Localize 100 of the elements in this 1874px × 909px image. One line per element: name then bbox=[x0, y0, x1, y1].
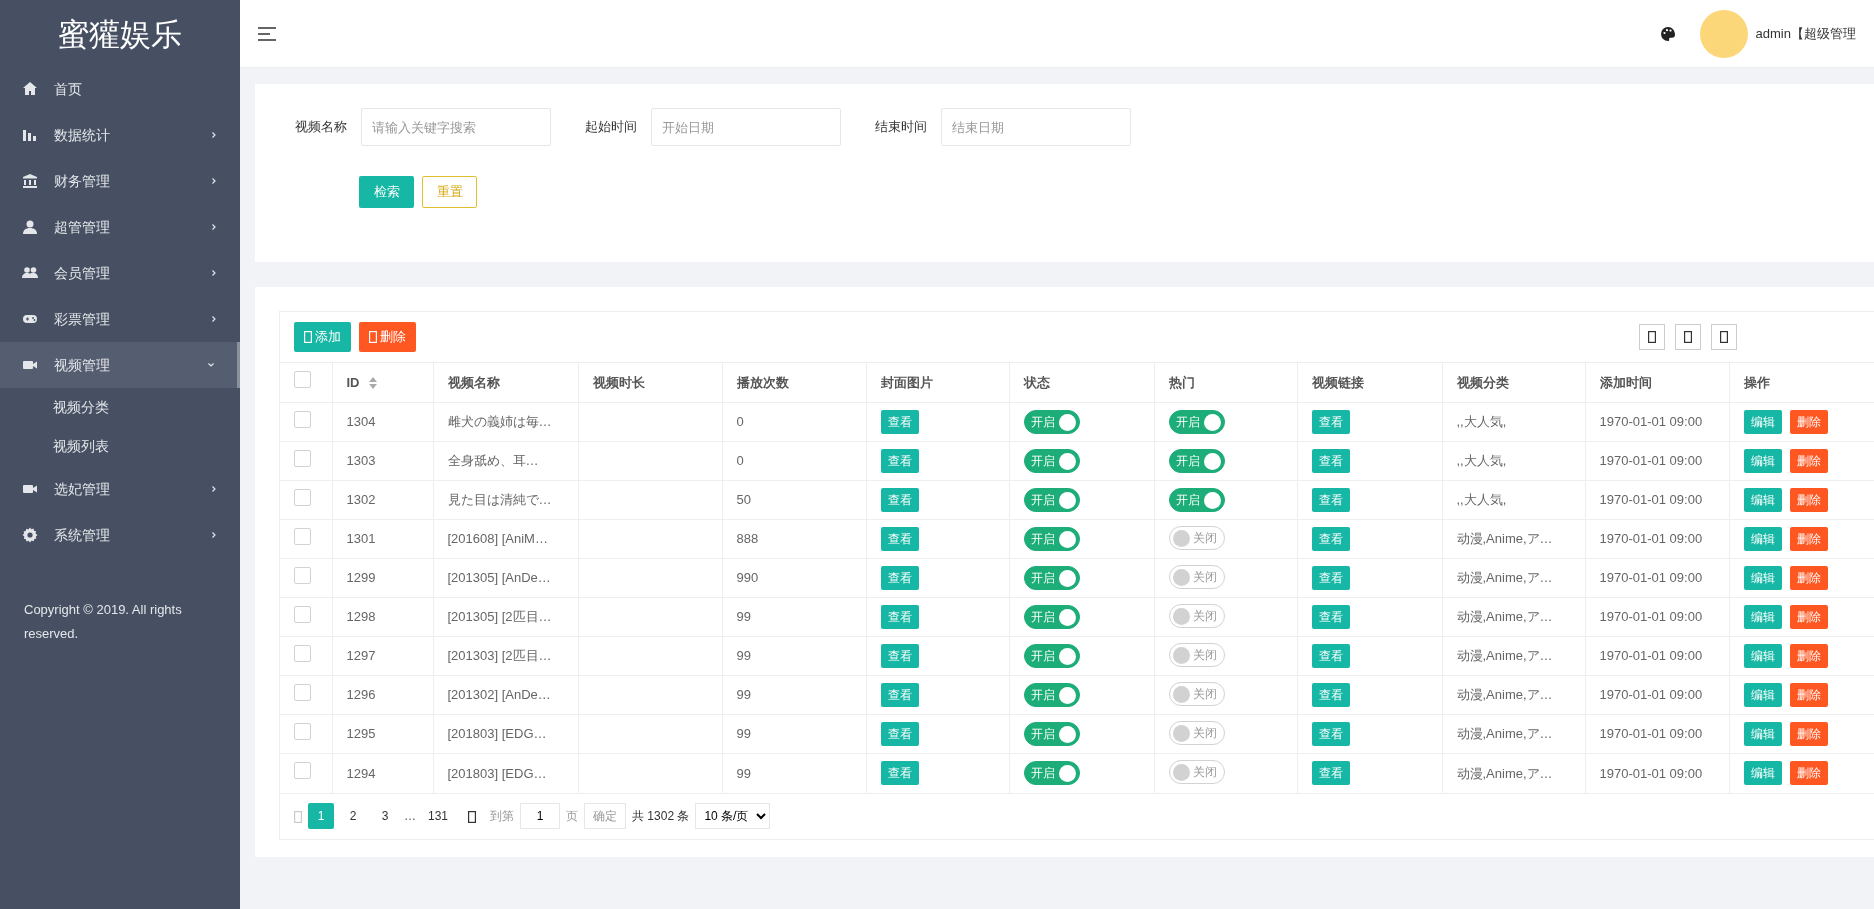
view-button[interactable]: 查看 bbox=[1311, 449, 1350, 473]
sidebar-item[interactable]: 彩票管理 bbox=[0, 296, 240, 342]
view-button[interactable]: 查看 bbox=[880, 566, 919, 590]
sidebar-item[interactable]: 首页 bbox=[0, 66, 240, 112]
delete-button[interactable]: 删除 bbox=[1789, 761, 1828, 786]
sidebar-item[interactable]: 选妃管理 bbox=[0, 466, 240, 512]
add-button[interactable]: 添加 bbox=[294, 322, 351, 352]
checkbox[interactable] bbox=[294, 762, 311, 779]
column-header[interactable]: ID bbox=[346, 374, 378, 390]
toolbar-button[interactable] bbox=[1639, 324, 1665, 350]
column-header[interactable]: 添加时间 bbox=[1599, 374, 1652, 390]
delete-button[interactable]: 删除 bbox=[1789, 449, 1828, 473]
checkbox[interactable] bbox=[294, 722, 311, 740]
delete-button[interactable]: 删除 bbox=[1789, 566, 1828, 590]
toggle-switch[interactable]: 开启 bbox=[1023, 761, 1080, 786]
confirm-button[interactable]: 确定 bbox=[584, 803, 627, 829]
checkbox[interactable] bbox=[294, 371, 311, 389]
search-button[interactable]: 检索 bbox=[359, 176, 414, 208]
date-field[interactable]: 结束日期 bbox=[941, 108, 1131, 146]
toggle-switch[interactable]: 关闭 bbox=[1168, 682, 1225, 706]
toggle-switch[interactable]: 开启 bbox=[1023, 566, 1080, 590]
edit-button[interactable]: 编辑 bbox=[1743, 410, 1782, 434]
view-button[interactable]: 查看 bbox=[880, 761, 919, 786]
checkbox[interactable] bbox=[294, 488, 311, 506]
sidebar-subitem[interactable]: 视频分类 bbox=[0, 388, 240, 427]
toggle-switch[interactable]: 开启 bbox=[1023, 722, 1080, 746]
delete-button[interactable]: 删除 bbox=[1789, 605, 1828, 629]
toggle-switch[interactable]: 关闭 bbox=[1168, 760, 1225, 785]
column-header[interactable]: 状态 bbox=[1023, 374, 1050, 390]
toggle-switch[interactable]: 开启 bbox=[1023, 527, 1080, 551]
delete-button[interactable]: 删除 bbox=[359, 322, 416, 352]
edit-button[interactable]: 编辑 bbox=[1743, 761, 1782, 786]
view-button[interactable]: 查看 bbox=[880, 722, 919, 746]
checkbox[interactable] bbox=[294, 605, 311, 623]
column-header[interactable]: 封面图片 bbox=[880, 374, 933, 390]
delete-button[interactable]: 删除 bbox=[1789, 683, 1828, 707]
delete-button[interactable]: 删除 bbox=[1789, 644, 1828, 668]
search-field[interactable]: 请输入关键字搜索 bbox=[361, 108, 551, 146]
page-size-select[interactable]: 10 条/页 bbox=[695, 803, 771, 829]
view-button[interactable]: 查看 bbox=[880, 488, 919, 512]
edit-button[interactable]: 编辑 bbox=[1743, 644, 1782, 668]
view-button[interactable]: 查看 bbox=[1311, 683, 1350, 707]
edit-button[interactable]: 编辑 bbox=[1743, 683, 1782, 707]
toggle-switch[interactable]: 开启 bbox=[1168, 449, 1225, 473]
user-name[interactable]: admin【超级管理 bbox=[1755, 23, 1856, 44]
sidebar-item[interactable]: 视频管理 bbox=[0, 342, 240, 388]
toggle-switch[interactable]: 关闭 bbox=[1168, 565, 1225, 589]
column-header[interactable]: 视频分类 bbox=[1456, 374, 1509, 390]
checkbox[interactable] bbox=[294, 644, 311, 662]
toggle-switch[interactable]: 关闭 bbox=[1168, 643, 1225, 667]
toolbar-button[interactable] bbox=[1711, 324, 1737, 350]
toggle-switch[interactable]: 开启 bbox=[1023, 683, 1080, 707]
delete-button[interactable]: 删除 bbox=[1789, 410, 1828, 434]
checkbox[interactable] bbox=[294, 566, 311, 584]
view-button[interactable]: 查看 bbox=[880, 410, 919, 434]
sidebar-item[interactable]: 数据统计 bbox=[0, 112, 240, 158]
view-button[interactable]: 查看 bbox=[1311, 410, 1350, 434]
column-header[interactable]: 视频时长 bbox=[592, 374, 645, 390]
toggle-switch[interactable]: 关闭 bbox=[1168, 721, 1225, 745]
sidebar-item[interactable]: 超管管理 bbox=[0, 204, 240, 250]
toggle-switch[interactable]: 关闭 bbox=[1168, 526, 1225, 550]
view-button[interactable]: 查看 bbox=[880, 644, 919, 668]
checkbox[interactable] bbox=[294, 683, 311, 701]
sidebar-subitem[interactable]: 视频列表 bbox=[0, 427, 240, 466]
view-button[interactable]: 查看 bbox=[880, 605, 919, 629]
edit-button[interactable]: 编辑 bbox=[1743, 449, 1782, 473]
view-button[interactable]: 查看 bbox=[1311, 488, 1350, 512]
toolbar-button[interactable] bbox=[1675, 324, 1701, 350]
toggle-switch[interactable]: 开启 bbox=[1023, 488, 1080, 512]
view-button[interactable]: 查看 bbox=[880, 683, 919, 707]
delete-button[interactable]: 删除 bbox=[1789, 527, 1828, 551]
view-button[interactable]: 查看 bbox=[880, 527, 919, 551]
view-button[interactable]: 查看 bbox=[1311, 761, 1350, 786]
sidebar-item[interactable]: 财务管理 bbox=[0, 158, 240, 204]
view-button[interactable]: 查看 bbox=[1311, 644, 1350, 668]
checkbox[interactable] bbox=[294, 410, 311, 428]
edit-button[interactable]: 编辑 bbox=[1743, 566, 1782, 590]
column-header[interactable]: 视频名称 bbox=[447, 374, 500, 390]
column-header[interactable]: 播放次数 bbox=[736, 374, 789, 390]
toggle-switch[interactable]: 开启 bbox=[1168, 488, 1225, 512]
view-button[interactable]: 查看 bbox=[1311, 566, 1350, 590]
view-button[interactable]: 查看 bbox=[1311, 527, 1350, 551]
view-button[interactable]: 查看 bbox=[880, 449, 919, 473]
edit-button[interactable]: 编辑 bbox=[1743, 527, 1782, 551]
sort-icon[interactable] bbox=[367, 376, 378, 391]
palette-icon[interactable] bbox=[1659, 25, 1676, 42]
menu-icon[interactable] bbox=[258, 26, 276, 41]
edit-button[interactable]: 编辑 bbox=[1743, 605, 1782, 629]
column-header[interactable]: 视频链接 bbox=[1311, 374, 1364, 390]
sidebar-item[interactable]: 系统管理 bbox=[0, 512, 240, 558]
column-header[interactable]: 操作 bbox=[1743, 374, 1770, 390]
date-field[interactable]: 开始日期 bbox=[651, 108, 841, 146]
view-button[interactable]: 查看 bbox=[1311, 605, 1350, 629]
page-input[interactable]: 1 bbox=[520, 803, 561, 829]
toggle-switch[interactable]: 开启 bbox=[1023, 449, 1080, 473]
toggle-switch[interactable]: 开启 bbox=[1023, 605, 1080, 629]
toggle-switch[interactable]: 开启 bbox=[1168, 410, 1225, 434]
sidebar-item[interactable]: 会员管理 bbox=[0, 250, 240, 296]
edit-button[interactable]: 编辑 bbox=[1743, 488, 1782, 512]
view-button[interactable]: 查看 bbox=[1311, 722, 1350, 746]
